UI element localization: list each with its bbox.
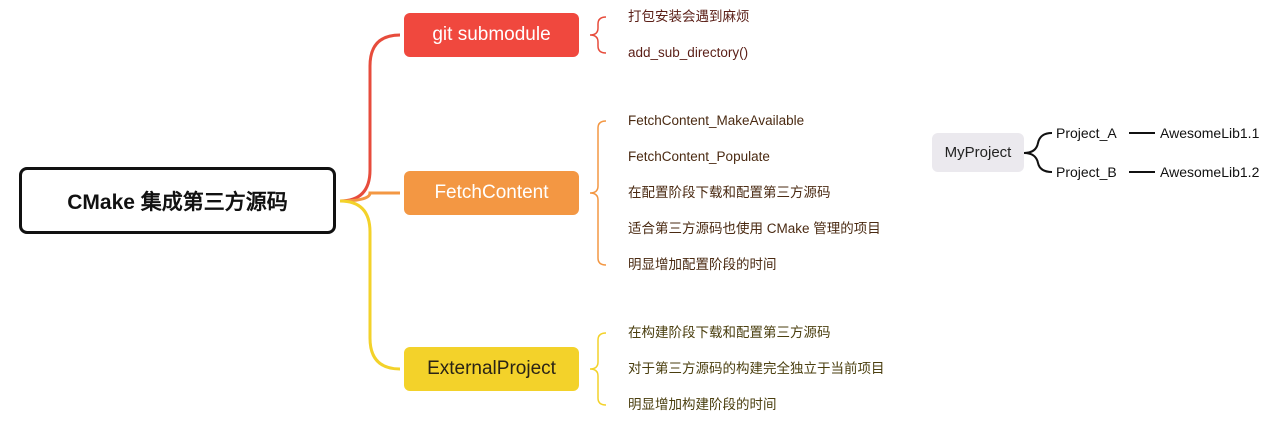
connector-git-submodule <box>339 33 401 203</box>
side-root-node: MyProject <box>932 133 1024 172</box>
leaf-item: FetchContent_Populate <box>628 149 770 164</box>
side-lib-node: AwesomeLib1.1 <box>1160 125 1260 141</box>
leaf-item: add_sub_directory() <box>628 45 749 60</box>
leaf-item: 在构建阶段下载和配置第三方源码 <box>628 325 831 340</box>
root-node: CMake 集成第三方源码 <box>19 167 336 234</box>
side-connector-a <box>1023 132 1053 154</box>
leaf-item: 明显增加配置阶段的时间 <box>628 257 777 272</box>
leaf-item: 对于第三方源码的构建完全独立于当前项目 <box>628 361 885 376</box>
leaf-item: FetchContent_MakeAvailable <box>628 113 805 128</box>
side-connector-b <box>1023 152 1053 173</box>
leaf-item: 明显增加构建阶段的时间 <box>628 397 777 412</box>
side-child-node: Project_A <box>1056 125 1117 141</box>
branch-externalproject: ExternalProject <box>404 347 579 391</box>
brace-externalproject <box>589 332 607 406</box>
side-child-node: Project_B <box>1056 164 1117 180</box>
side-lib-node: AwesomeLib1.2 <box>1160 164 1260 180</box>
branch-fetchcontent: FetchContent <box>404 171 579 215</box>
leaf-item: 在配置阶段下载和配置第三方源码 <box>628 185 831 200</box>
leaf-item: 适合第三方源码也使用 CMake 管理的项目 <box>628 221 881 236</box>
leaf-item: 打包安装会遇到麻烦 <box>628 9 750 24</box>
branch-git-submodule: git submodule <box>404 13 579 57</box>
brace-fetchcontent <box>589 120 607 266</box>
connector-externalproject <box>339 199 401 371</box>
brace-git-submodule <box>589 16 607 54</box>
connector-fetchcontent <box>339 191 400 203</box>
